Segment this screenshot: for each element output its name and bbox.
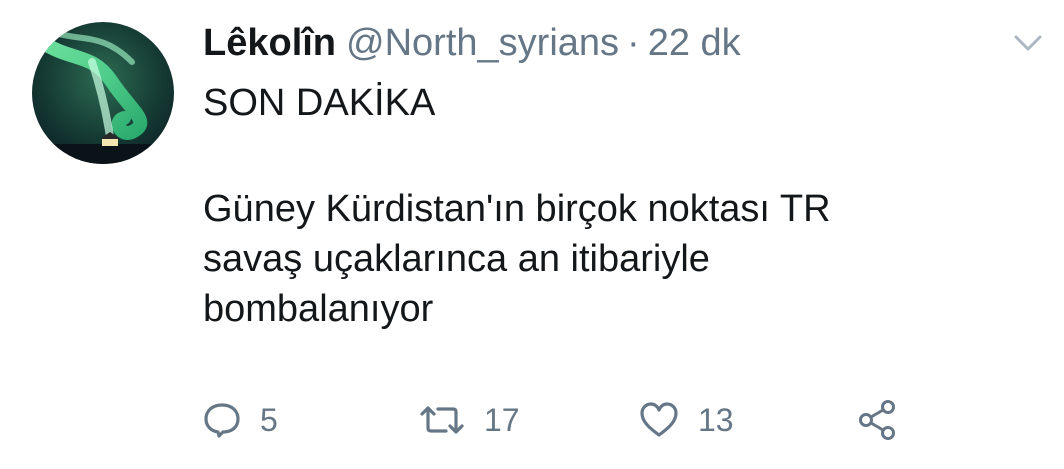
reply-count: 5 <box>260 401 278 438</box>
display-name[interactable]: Lêkolîn <box>203 18 336 68</box>
tweet-text-line: Güney Kürdistan'ın birçok noktası TR <box>203 188 831 230</box>
text-spacer <box>203 128 1023 184</box>
aurora-avatar-image <box>32 22 174 164</box>
tweet-actions: 5 17 13 <box>200 392 920 448</box>
heart-icon <box>640 402 678 437</box>
retweet-button[interactable]: 17 <box>418 392 520 448</box>
tweet-text-line: bombalanıyor <box>203 288 434 330</box>
reply-icon <box>204 403 240 438</box>
tweet[interactable]: Lêkolîn @North_syrians · 22 dk SON DAKİK… <box>0 0 1064 469</box>
tweet-text-line: savaş uçaklarınca an itibariyle <box>203 238 710 280</box>
retweet-icon <box>420 406 464 434</box>
retweet-count: 17 <box>484 401 520 438</box>
share-button[interactable] <box>856 392 900 448</box>
user-handle[interactable]: @North_syrians <box>346 18 619 68</box>
timestamp[interactable]: 22 dk <box>648 18 741 68</box>
tweet-header: Lêkolîn @North_syrians · 22 dk <box>203 18 741 68</box>
like-count: 13 <box>698 401 734 438</box>
like-button[interactable]: 13 <box>638 392 734 448</box>
chevron-down-icon <box>1014 35 1042 51</box>
tweet-text: SON DAKİKA Güney Kürdistan'ın birçok nok… <box>203 78 1023 334</box>
avatar[interactable] <box>32 22 174 164</box>
reply-button[interactable]: 5 <box>202 392 278 448</box>
tweet-menu-button[interactable] <box>1008 28 1048 58</box>
separator-dot: · <box>627 22 640 64</box>
share-icon <box>859 400 895 440</box>
tweet-text-line: SON DAKİKA <box>203 82 436 124</box>
